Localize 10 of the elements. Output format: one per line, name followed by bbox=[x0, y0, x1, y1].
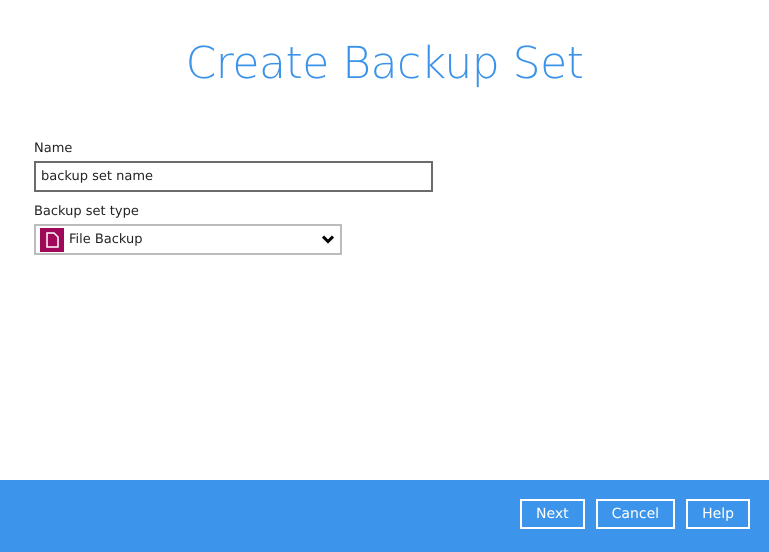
footer-button[interactable]: Next bbox=[520, 499, 585, 529]
file-icon bbox=[40, 228, 64, 252]
name-field[interactable]: backup set name bbox=[34, 161, 433, 192]
page-title: Create Backup Set bbox=[184, 38, 584, 89]
field-label: Backup set type bbox=[34, 204, 139, 219]
type-dropdown[interactable]: File Backup bbox=[34, 224, 342, 255]
footer-button[interactable]: Cancel bbox=[596, 499, 676, 529]
field-label: Name bbox=[34, 141, 72, 156]
chevron-down-icon bbox=[322, 235, 334, 244]
footer-button[interactable]: Help bbox=[686, 499, 750, 529]
